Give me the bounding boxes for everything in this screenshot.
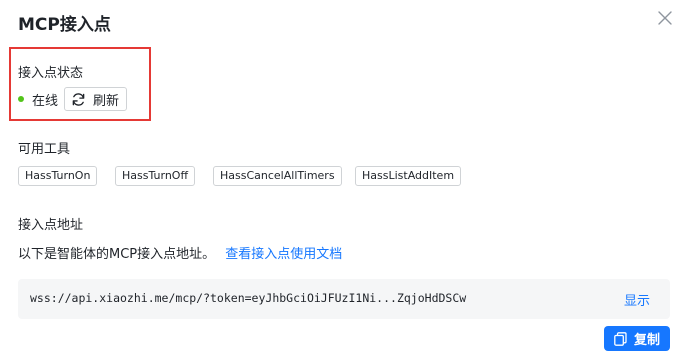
- copy-button-label: 复制: [633, 333, 660, 348]
- show-url-button[interactable]: 显示: [624, 290, 650, 309]
- dialog-title: MCP接入点: [18, 15, 111, 35]
- refresh-button-label: 刷新: [93, 93, 120, 109]
- tool-tag: HassTurnOn: [18, 166, 98, 186]
- endpoint-section-label: 接入点地址: [18, 218, 84, 233]
- mcp-endpoint-dialog: MCP接入点 接入点状态 在线 刷新 可用工具 HassTurnOn HassT…: [0, 0, 686, 363]
- endpoint-url-box: wss://api.xiaozhi.me/mcp/?token=eyJhbGci…: [18, 279, 670, 319]
- tool-tag: HassCancelAllTimers: [213, 166, 342, 186]
- online-status-dot: [18, 96, 24, 102]
- close-button[interactable]: [654, 7, 676, 29]
- close-icon: [658, 11, 672, 25]
- endpoint-url: wss://api.xiaozhi.me/mcp/?token=eyJhbGci…: [30, 291, 467, 305]
- tool-tag: HassListAddItem: [355, 166, 462, 186]
- tool-tag: HassTurnOff: [115, 166, 196, 186]
- status-section-label: 接入点状态: [18, 66, 84, 81]
- refresh-button[interactable]: 刷新: [64, 87, 128, 111]
- docs-link[interactable]: 查看接入点使用文档: [225, 247, 342, 262]
- status-row: 在线 刷新: [18, 87, 128, 111]
- copy-button[interactable]: 复制: [604, 326, 670, 351]
- tools-section-label: 可用工具: [18, 142, 71, 157]
- refresh-icon: [71, 91, 87, 107]
- status-value: 在线: [32, 93, 59, 109]
- endpoint-description-row: 以下是智能体的MCP接入点地址。 查看接入点使用文档: [18, 243, 342, 262]
- endpoint-description: 以下是智能体的MCP接入点地址。: [18, 247, 216, 262]
- copy-icon: [614, 331, 628, 346]
